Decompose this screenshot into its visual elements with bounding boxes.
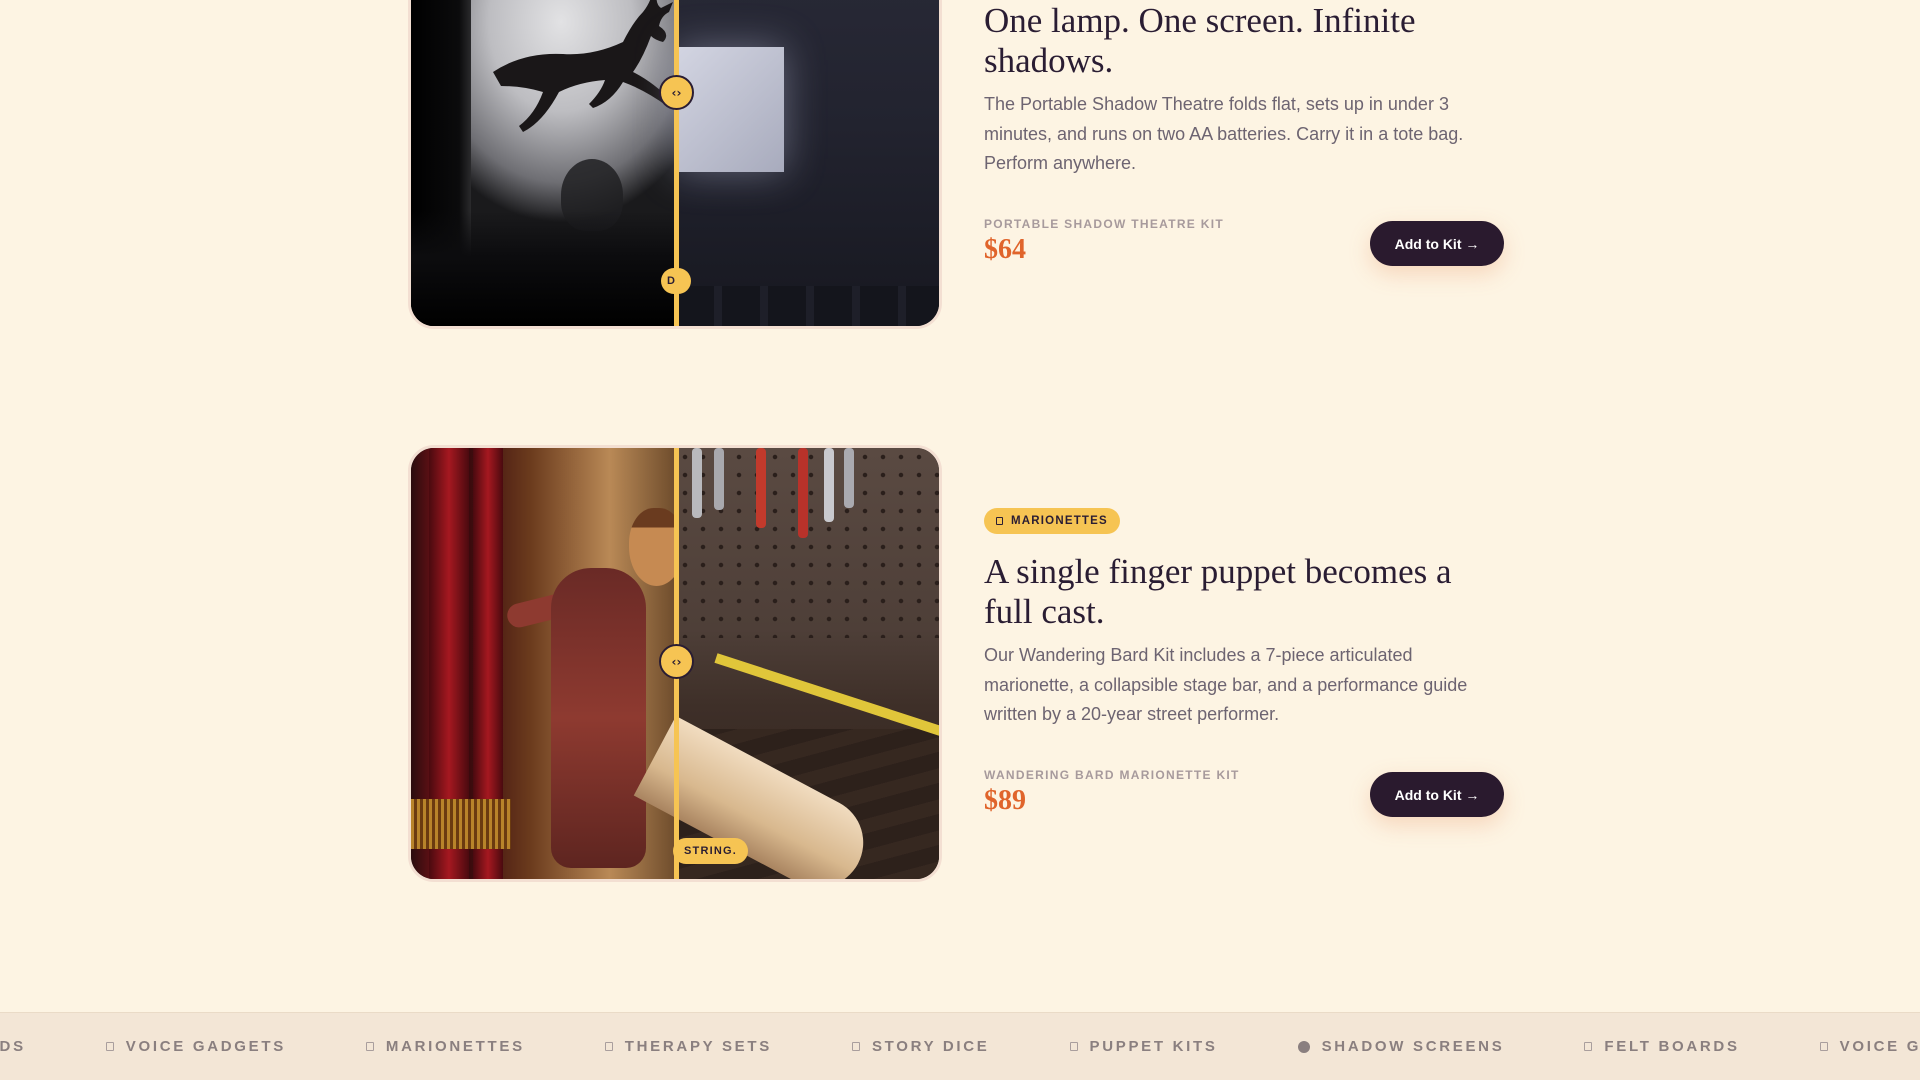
ticker-item-label: VOICE GADG [1839, 1038, 1920, 1055]
product-description: Our Wandering Bard Kit includes a 7-piec… [984, 645, 1468, 724]
box-icon [604, 1042, 613, 1051]
category-badge-label: MARIONETTES [1011, 515, 1108, 527]
ticker-item[interactable]: THERAPY SETS [604, 1038, 772, 1055]
add-to-kit-button[interactable]: Add to Kit → [1370, 221, 1504, 266]
before-after-compare[interactable]: ‹› D [408, 0, 942, 329]
deer-silhouette [493, 0, 673, 132]
product-title: A single finger puppet becomes a full ca… [984, 552, 1452, 631]
compare-before-image [411, 448, 684, 879]
compare-caption: D [661, 268, 691, 294]
ticker-item[interactable]: FELT BOARDS [1584, 1038, 1739, 1055]
ticker-item-label: MARIONETTES [385, 1038, 525, 1055]
ticker-item-label: THERAPY SETS [624, 1038, 772, 1055]
screwdriver-tool [824, 448, 834, 522]
ticker-track: RDS VOICE GADGETS MARIONETTES THERAPY SE… [0, 1013, 1920, 1080]
box-icon [1069, 1042, 1078, 1051]
product-price: $64 [984, 234, 1026, 265]
compare-after-image [633, 448, 939, 879]
compare-after-image [676, 0, 939, 326]
box-icon [996, 517, 1003, 525]
box-icon [1584, 1042, 1593, 1051]
curtain-fringe [411, 799, 511, 849]
pliers-tool [756, 448, 766, 528]
wrench-tool [714, 448, 724, 510]
ticker-item[interactable]: SHADOW SCREENS [1297, 1038, 1505, 1055]
projection-screen [676, 47, 784, 172]
box-icon [1819, 1042, 1828, 1051]
wrench-tool [692, 448, 702, 518]
ticker-item-label: PUPPET KITS [1089, 1038, 1218, 1055]
ticker-item[interactable]: RDS [0, 1038, 26, 1055]
product-title: One lamp. One screen. Infinite shadows. [984, 1, 1416, 80]
ticker-item[interactable]: MARIONETTES [365, 1038, 525, 1055]
stage-floor [411, 211, 676, 326]
product-price: $89 [984, 785, 1026, 816]
ticker-item-label: RDS [0, 1038, 26, 1055]
compare-before-image [411, 0, 676, 326]
box-icon [851, 1042, 860, 1051]
compare-handle-icon[interactable]: ‹› [659, 75, 694, 110]
marionette-body [551, 568, 646, 868]
product-description: The Portable Shadow Theatre folds flat, … [984, 94, 1464, 173]
category-badge: MARIONETTES [984, 508, 1120, 534]
kit-label: WANDERING BARD MARIONETTE KIT [984, 768, 1240, 782]
ticker-item-label: SHADOW SCREENS [1321, 1038, 1505, 1055]
chevrons-icon: ‹› [671, 85, 682, 100]
category-ticker: RDS VOICE GADGETS MARIONETTES THERAPY SE… [0, 1012, 1920, 1080]
ticker-item[interactable]: STORY DICE [851, 1038, 990, 1055]
wrench-tool [844, 448, 854, 508]
ticker-item-label: STORY DICE [871, 1038, 990, 1055]
kit-label: PORTABLE SHADOW THEATRE KIT [984, 217, 1224, 231]
before-after-compare[interactable]: ‹› STRING. [408, 445, 942, 882]
ticker-item-label: VOICE GADGETS [125, 1038, 286, 1055]
add-to-kit-button[interactable]: Add to Kit → [1370, 772, 1504, 817]
ticker-item[interactable]: VOICE GADGETS [105, 1038, 286, 1055]
chevrons-icon: ‹› [671, 654, 682, 669]
compare-handle-icon[interactable]: ‹› [659, 644, 694, 679]
box-icon [105, 1042, 114, 1051]
ticker-item-label: FELT BOARDS [1604, 1038, 1740, 1055]
box-icon [365, 1042, 374, 1051]
ticker-item[interactable]: PUPPET KITS [1069, 1038, 1218, 1055]
compare-caption: STRING. [673, 838, 749, 864]
pliers-tool [798, 448, 808, 538]
theatre-seats [676, 286, 939, 326]
ticker-item[interactable]: VOICE GADG [1819, 1038, 1920, 1055]
dot-icon [1297, 1040, 1310, 1053]
